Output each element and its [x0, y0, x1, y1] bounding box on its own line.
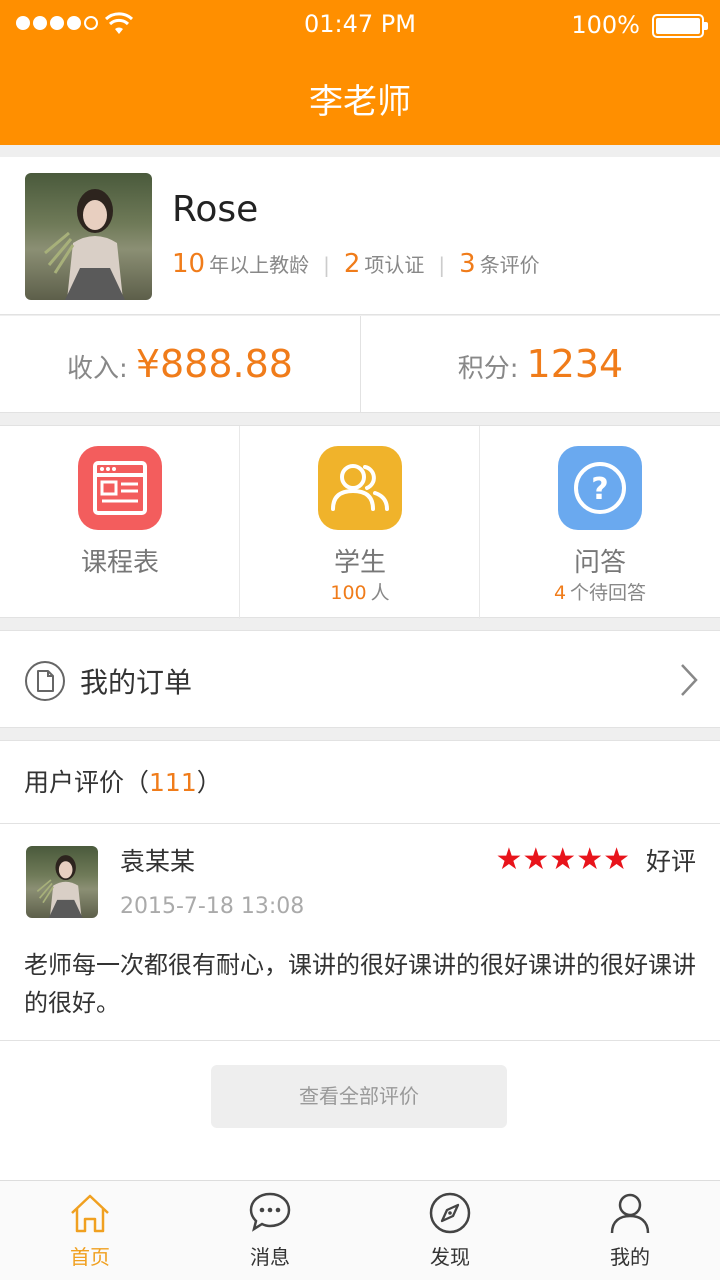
my-orders-row[interactable]: 我的订单 [0, 630, 720, 728]
reviews-title: 用户评价（ [24, 768, 150, 797]
reviews-count: 111 [149, 768, 197, 797]
user-reviews-section: 用户评价（111） 袁某某 2015-7-18 13:08 ★★★★★ 好评 老… [0, 740, 720, 1180]
schedule-icon [78, 446, 162, 530]
feature-grid: 课程表 学生 100 人 ? 问答 4 个待回答 [0, 425, 720, 619]
students-unit: 人 [370, 582, 390, 604]
income-value: ¥888.88 [135, 342, 293, 386]
teacher-name: Rose [172, 189, 259, 230]
battery-percent: 100% [571, 11, 640, 39]
my-orders-label: 我的订单 [80, 666, 193, 699]
message-icon [249, 1192, 291, 1232]
review-item: 袁某某 2015-7-18 13:08 ★★★★★ 好评 老师每一次都很有耐心，… [0, 824, 720, 1041]
certification-label: 项认证 [364, 253, 425, 277]
review-count: 3 [459, 249, 476, 279]
tab-home[interactable]: 首页 [0, 1181, 180, 1280]
battery-icon [652, 14, 708, 38]
home-icon [71, 1194, 109, 1233]
bottom-tab-bar: 首页 消息 发现 我的 [0, 1180, 720, 1280]
experience-label: 年以上教龄 [209, 253, 310, 277]
points-label: 积分: [457, 354, 519, 384]
schedule-label: 课程表 [80, 548, 159, 578]
experience-years: 10 [172, 249, 206, 279]
tab-discover[interactable]: 发现 [360, 1181, 540, 1280]
tab-home-label: 首页 [70, 1245, 110, 1269]
user-icon [610, 1193, 650, 1234]
question-icon: ? [558, 446, 642, 530]
tab-discover-label: 发现 [430, 1245, 470, 1269]
students-number: 100 [330, 582, 367, 604]
review-date: 2015-7-18 13:08 [120, 894, 305, 919]
points-block[interactable]: 积分: 1234 [361, 316, 720, 413]
teacher-stats: 10 年以上教龄 | 2 项认证 | 3 条评价 [172, 249, 540, 279]
tab-me-label: 我的 [610, 1245, 650, 1269]
schedule-button[interactable]: 课程表 [0, 426, 240, 619]
certification-count: 2 [343, 249, 361, 279]
qa-pending-label: 个待回答 [570, 582, 647, 604]
review-text: 老师每一次都很有耐心，课讲的很好课讲的很好课讲的很好课讲的很好。 [24, 951, 696, 1017]
qa-number: 4 [553, 582, 567, 604]
points-value: 1234 [526, 342, 624, 386]
reviewer-avatar [26, 846, 98, 918]
app-header: 01:47 PM 100% 李老师 [0, 0, 720, 145]
tab-me[interactable]: 我的 [540, 1181, 720, 1280]
qa-pending: 4 个待回答 [480, 578, 720, 605]
view-all-reviews-button[interactable]: 查看全部评价 [211, 1065, 507, 1128]
tab-messages[interactable]: 消息 [180, 1181, 360, 1280]
income-points-panel: 收入: ¥888.88 积分: 1234 [0, 316, 720, 413]
reviewer-name: 袁某某 [120, 847, 196, 876]
divider: | [438, 253, 446, 277]
chevron-right-icon [681, 664, 698, 696]
tab-messages-label: 消息 [250, 1245, 290, 1269]
income-block[interactable]: 收入: ¥888.88 [0, 316, 360, 413]
students-icon [318, 446, 402, 530]
divider: | [323, 253, 330, 277]
qa-button[interactable]: ? 问答 4 个待回答 [480, 426, 720, 619]
reviews-title-close: ） [196, 768, 222, 797]
review-count-label: 条评价 [479, 253, 540, 277]
students-button[interactable]: 学生 100 人 [240, 426, 480, 619]
income-label: 收入: [67, 354, 128, 384]
star-rating-icon: ★★★★★ [495, 842, 630, 877]
teacher-avatar [25, 173, 152, 300]
review-rating-label: 好评 [645, 847, 696, 876]
compass-icon [429, 1192, 471, 1234]
reviews-heading: 用户评价（111） [0, 741, 720, 824]
qa-label: 问答 [573, 548, 626, 578]
document-icon [25, 661, 65, 701]
page-title: 李老师 [309, 82, 411, 122]
students-label: 学生 [333, 548, 386, 578]
status-bar: 01:47 PM 100% [0, 0, 720, 50]
teacher-profile-card[interactable]: Rose 10 年以上教龄 | 2 项认证 | 3 条评价 [0, 157, 720, 315]
students-count: 100 人 [240, 578, 480, 605]
svg-text:?: ? [591, 472, 608, 507]
